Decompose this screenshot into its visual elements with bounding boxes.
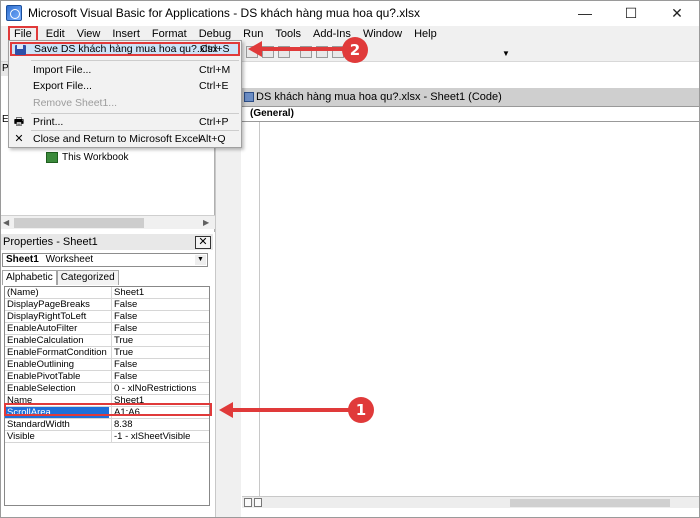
object-name: Sheet1 [6, 254, 39, 265]
menu-remove-sheet: Remove Sheet1... [33, 97, 118, 109]
annotation-callout-1: 1 [348, 397, 374, 423]
floppy-disk-icon [15, 45, 26, 55]
properties-close-icon[interactable]: ✕ [195, 236, 211, 249]
properties-title: Properties - Sheet1 [0, 234, 213, 250]
annotation-callout-2: 2 [342, 37, 368, 63]
close-x-icon: ✕ [14, 133, 24, 145]
window-controls: — ☐ ✕ [562, 0, 700, 26]
workbook-icon [46, 152, 58, 163]
annotation-arrow-2-line [260, 47, 344, 51]
property-row[interactable]: EnableCalculation True [5, 335, 209, 347]
window-title: Microsoft Visual Basic for Applications … [28, 6, 420, 20]
properties-grid: (Name) Sheet1 DisplayPageBreaks False Disp… [4, 286, 210, 506]
menu-window[interactable]: Window [357, 26, 408, 42]
code-status-strip [242, 496, 700, 508]
scroll-right-icon[interactable]: ▶ [203, 218, 209, 227]
property-row[interactable]: EnableAutoFilter False [5, 323, 209, 335]
scroll-thumb[interactable] [14, 218, 144, 228]
property-row[interactable]: EnableSelection 0 - xlNoRestrictions [5, 383, 209, 395]
printer-icon: 🖶 [13, 116, 25, 128]
minimize-button[interactable]: — [562, 0, 608, 26]
menu-close-return-excel[interactable]: ✕ Close and Return to Microsoft Excel Al… [9, 131, 241, 147]
code-window-title: DS khách hàng mua hoa qu?.xlsx - Sheet1 … [242, 88, 700, 106]
code-window-title-text: DS khách hàng mua hoa qu?.xlsx - Sheet1 … [256, 91, 502, 103]
property-row[interactable]: DisplayRightToLeft False [5, 311, 209, 323]
tab-alphabetic[interactable]: Alphabetic [2, 270, 57, 285]
maximize-button[interactable]: ☐ [608, 0, 654, 26]
property-row[interactable]: DisplayPageBreaks False [5, 299, 209, 311]
menu-print[interactable]: 🖶 Print... Ctrl+P [9, 114, 241, 130]
object-combobox[interactable]: (General) [242, 106, 700, 122]
chevron-down-icon[interactable]: ▼ [195, 255, 206, 265]
object-type: Worksheet [45, 254, 94, 265]
project-horizontal-scrollbar[interactable]: ◀ ▶ [0, 215, 215, 229]
title-bar: Microsoft Visual Basic for Applications … [0, 0, 700, 26]
menu-tools[interactable]: Tools [269, 26, 307, 42]
property-row[interactable]: StandardWidth 8.38 [5, 419, 209, 431]
properties-tabs: Alphabetic Categorized [2, 270, 119, 285]
tab-categorized[interactable]: Categorized [56, 270, 119, 285]
vba-app-icon [6, 5, 22, 21]
full-module-view-icon[interactable] [254, 498, 262, 507]
file-menu-dropdown: Save DS khách hàng mua hoa qu?.xlsx Ctrl… [8, 40, 242, 148]
menu-save-workbook[interactable]: Save DS khách hàng mua hoa qu?.xlsx Ctrl… [10, 42, 240, 56]
property-row[interactable]: EnablePivotTable False [5, 371, 209, 383]
code-editor[interactable] [260, 122, 700, 506]
code-window-icon [244, 92, 254, 102]
property-row[interactable]: EnableOutlining False [5, 359, 209, 371]
annotation-arrow-1-line [231, 408, 351, 412]
code-horizontal-scroll-thumb[interactable] [510, 499, 670, 507]
code-gutter [242, 122, 260, 506]
scroll-left-icon[interactable]: ◀ [3, 218, 9, 227]
property-row[interactable]: Visible -1 - xlSheetVisible [5, 431, 209, 443]
menu-export-file[interactable]: Export File... Ctrl+E [9, 78, 241, 94]
property-row[interactable]: (Name) Sheet1 [5, 287, 209, 299]
menu-import-file[interactable]: Import File... Ctrl+M [9, 62, 241, 78]
properties-object-select[interactable]: Sheet1 Worksheet ▼ [2, 253, 208, 267]
menu-separator [31, 60, 239, 61]
toolbar-overflow-icon[interactable]: ▼ [501, 48, 511, 60]
project-tree-thisworkbook[interactable]: This Workbook [62, 152, 129, 163]
menu-help[interactable]: Help [408, 26, 443, 42]
close-button[interactable]: ✕ [654, 0, 700, 26]
property-row[interactable]: EnableFormatConditionsCalTrue [5, 347, 209, 359]
procedure-view-icon[interactable] [244, 498, 252, 507]
scrollarea-highlight-box [4, 403, 212, 416]
